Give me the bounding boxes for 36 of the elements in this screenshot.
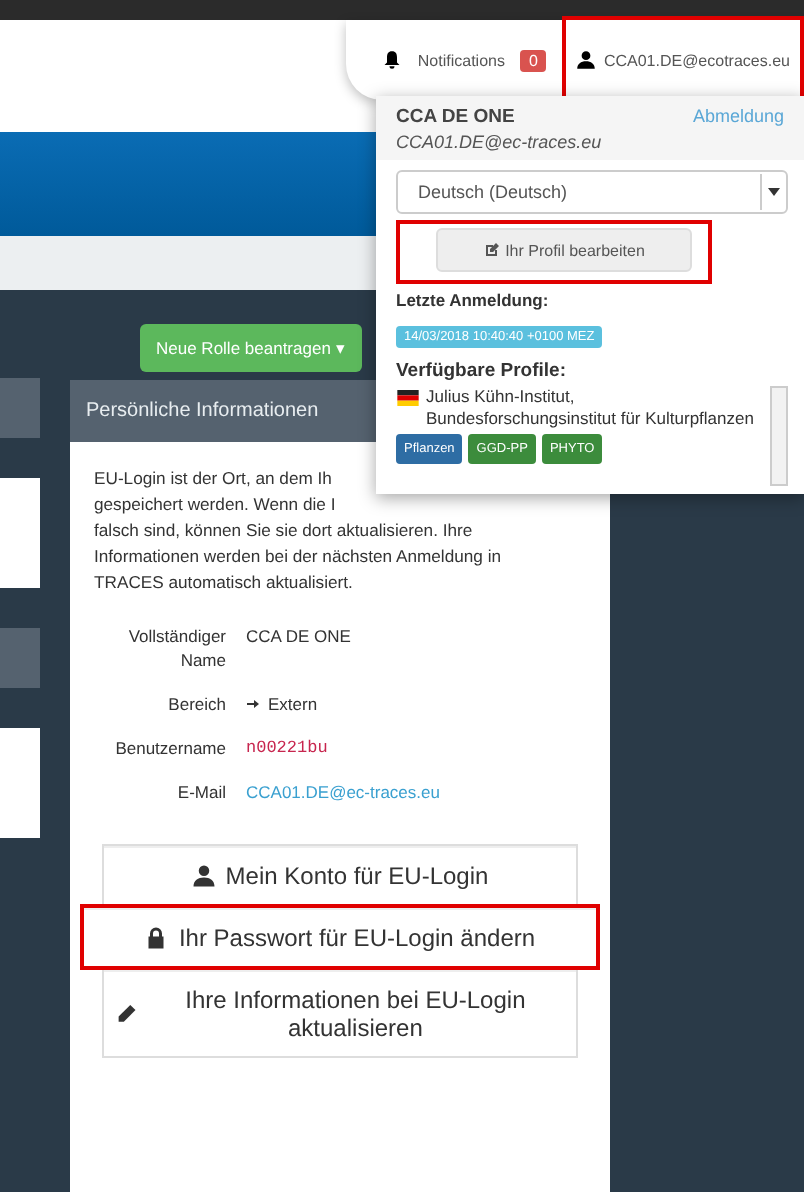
side-panel-header [0,628,40,688]
profiles-label: Verfügbare Profile: [396,360,568,382]
notification-count: 0 [520,49,546,71]
side-panel [0,728,40,838]
last-login-label: Letzte Anmeldung: [396,290,551,310]
flag-icon [396,390,420,406]
notifications-label[interactable]: Notifications [417,51,505,69]
field-label: E-Mail [175,780,226,804]
user-menu-link[interactable]: CCA01.DE@ecotraces.eu [603,51,790,69]
pencil-icon [116,1002,137,1026]
field-value: CCA DE ONE [246,624,353,648]
intro-text: TRACES automatisch aktualisiert. [94,570,355,596]
intro-text: Informationen werden bei der nächsten Anmeldung in [94,544,504,570]
lock-icon [144,926,169,950]
field-value: Extern [268,692,318,716]
edit-icon [483,242,500,258]
language-select[interactable]: Deutsch (Deutsch) [396,170,788,214]
field-label: Bereich [166,692,226,716]
field-value: n00221bu [246,736,330,760]
field-label: Benutzername [113,736,226,760]
intro-text: EU-Login ist der Ort, an dem Ih [94,466,334,492]
side-panel [0,478,40,588]
side-panel-header [0,378,40,438]
action-button[interactable]: Ihr Passwort für EU-Login ändern [84,908,596,966]
user-icon [575,50,596,70]
caret-icon [768,188,780,196]
user-email: CCA01.DE@ec-traces.eu [396,132,602,152]
field-label: Vollständiger Name [126,624,226,672]
user-name: CCA DE ONE [396,106,517,128]
edit-profile-button[interactable]: Ihr Profil bearbeiten [436,228,692,272]
intro-text: gespeichert werden. Wenn die I [94,492,338,518]
scrollbar[interactable] [770,386,788,486]
sign-in-icon [246,696,262,712]
bell-icon [381,50,402,70]
intro-text: falsch sind, können Sie sie dort aktualisieren. Ihre [94,518,475,544]
user-icon [191,864,216,888]
